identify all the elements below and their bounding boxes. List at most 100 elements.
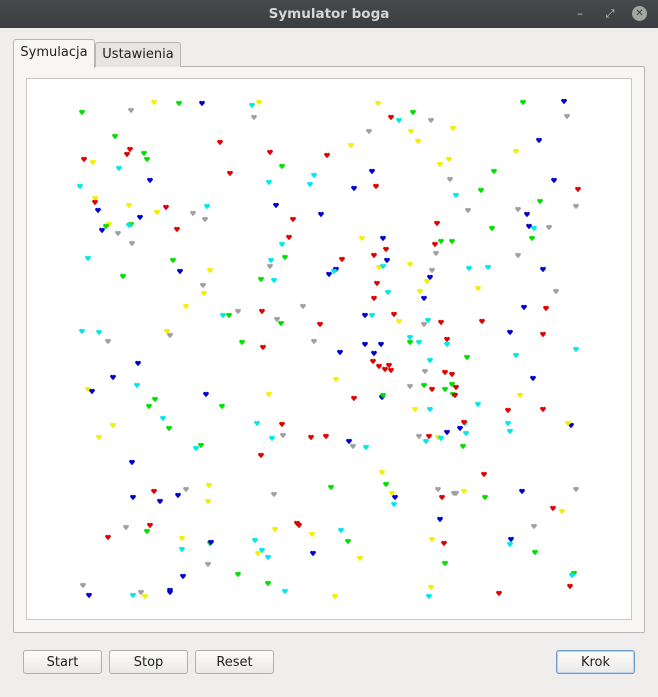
creature-red — [505, 407, 511, 414]
creature-blue — [167, 589, 173, 596]
creature-blue — [380, 235, 386, 242]
creature-yellow — [461, 488, 467, 495]
tab-symulacja[interactable]: Symulacja — [13, 39, 95, 68]
creature-gray — [433, 250, 439, 257]
creature-blue — [135, 360, 141, 367]
creature-red — [388, 367, 394, 374]
creature-green — [152, 396, 158, 403]
creature-blue — [536, 137, 542, 144]
creature-blue — [130, 494, 136, 501]
creature-yellow — [207, 267, 213, 274]
creature-blue — [371, 350, 377, 357]
creature-blue — [326, 271, 332, 278]
creature-red — [429, 386, 435, 393]
step-button[interactable]: Krok — [556, 650, 635, 674]
creature-gray — [531, 523, 537, 530]
creature-green — [258, 276, 264, 283]
creature-cyan — [363, 444, 369, 451]
creature-cyan — [338, 527, 344, 534]
creature-red — [442, 369, 448, 376]
creature-cyan — [463, 430, 469, 437]
creature-cyan — [391, 501, 397, 508]
creature-yellow — [446, 156, 452, 163]
creature-cyan — [513, 352, 519, 359]
creature-yellow — [357, 555, 363, 562]
creature-cyan — [427, 406, 433, 413]
stop-button[interactable]: Stop — [109, 650, 188, 674]
creature-green — [144, 156, 150, 163]
creature-cyan — [380, 263, 386, 270]
creature-cyan — [427, 357, 433, 364]
creature-yellow — [266, 391, 272, 398]
creature-red — [317, 321, 323, 328]
creature-yellow — [206, 482, 212, 489]
maximize-icon[interactable]: ⤢ — [602, 6, 618, 22]
creature-green — [478, 187, 484, 194]
creature-yellow — [96, 434, 102, 441]
start-button[interactable]: Start — [23, 650, 102, 674]
creature-gray — [515, 206, 521, 213]
creature-red — [279, 421, 285, 428]
creature-yellow — [110, 422, 116, 429]
creature-yellow — [375, 100, 381, 107]
creature-gray — [190, 210, 196, 217]
creature-red — [575, 186, 581, 193]
creature-green — [144, 528, 150, 535]
creature-yellow — [517, 392, 523, 399]
creature-cyan — [126, 222, 132, 229]
creature-cyan — [416, 339, 422, 346]
close-icon[interactable]: ✕ — [632, 6, 647, 21]
creature-yellow — [379, 469, 385, 476]
creature-yellow — [396, 318, 402, 325]
window-title: Symulator boga — [268, 6, 390, 22]
creature-red — [370, 358, 376, 365]
creature-green — [166, 425, 172, 432]
creature-green — [520, 99, 526, 106]
creature-blue — [95, 207, 101, 214]
creature-yellow — [255, 550, 261, 557]
creature-blue — [369, 168, 375, 175]
creature-green — [141, 150, 147, 157]
creature-cyan — [265, 554, 271, 561]
creature-red — [452, 392, 458, 399]
creature-cyan — [79, 328, 85, 335]
creature-cyan — [134, 382, 140, 389]
creature-gray — [350, 443, 356, 450]
creature-gray — [564, 113, 570, 120]
tab-ustawienia[interactable]: Ustawienia — [95, 42, 181, 67]
creature-cyan — [507, 428, 513, 435]
window-titlebar[interactable]: Symulator boga – ⤢ ✕ — [0, 0, 658, 28]
creature-gray — [115, 230, 121, 237]
creature-cyan — [507, 541, 513, 548]
simulation-canvas[interactable] — [26, 78, 632, 620]
creature-blue — [444, 429, 450, 436]
creature-cyan — [130, 592, 136, 599]
creature-green — [328, 484, 334, 491]
creature-red — [441, 540, 447, 547]
creature-blue — [384, 257, 390, 264]
creature-blue — [110, 374, 116, 381]
creature-gray — [573, 203, 579, 210]
creature-yellow — [333, 376, 339, 383]
creature-blue — [524, 211, 530, 218]
minimize-icon[interactable]: – — [572, 6, 588, 22]
creature-green — [198, 442, 204, 449]
creature-green — [537, 198, 543, 205]
creature-red — [339, 256, 345, 263]
creature-red — [444, 336, 450, 343]
creature-red — [449, 371, 455, 378]
creature-gray — [235, 308, 241, 315]
creature-gray — [128, 107, 134, 114]
creature-green — [278, 320, 284, 327]
creature-yellow — [205, 498, 211, 505]
creature-red — [426, 433, 432, 440]
creature-cyan — [193, 445, 199, 452]
creature-blue — [310, 550, 316, 557]
creature-yellow — [412, 406, 418, 413]
creature-gray — [573, 486, 579, 493]
creature-cyan — [249, 102, 255, 109]
reset-button[interactable]: Reset — [195, 650, 274, 674]
creature-yellow — [256, 99, 262, 106]
creature-gray — [546, 224, 552, 231]
creature-green — [449, 238, 455, 245]
